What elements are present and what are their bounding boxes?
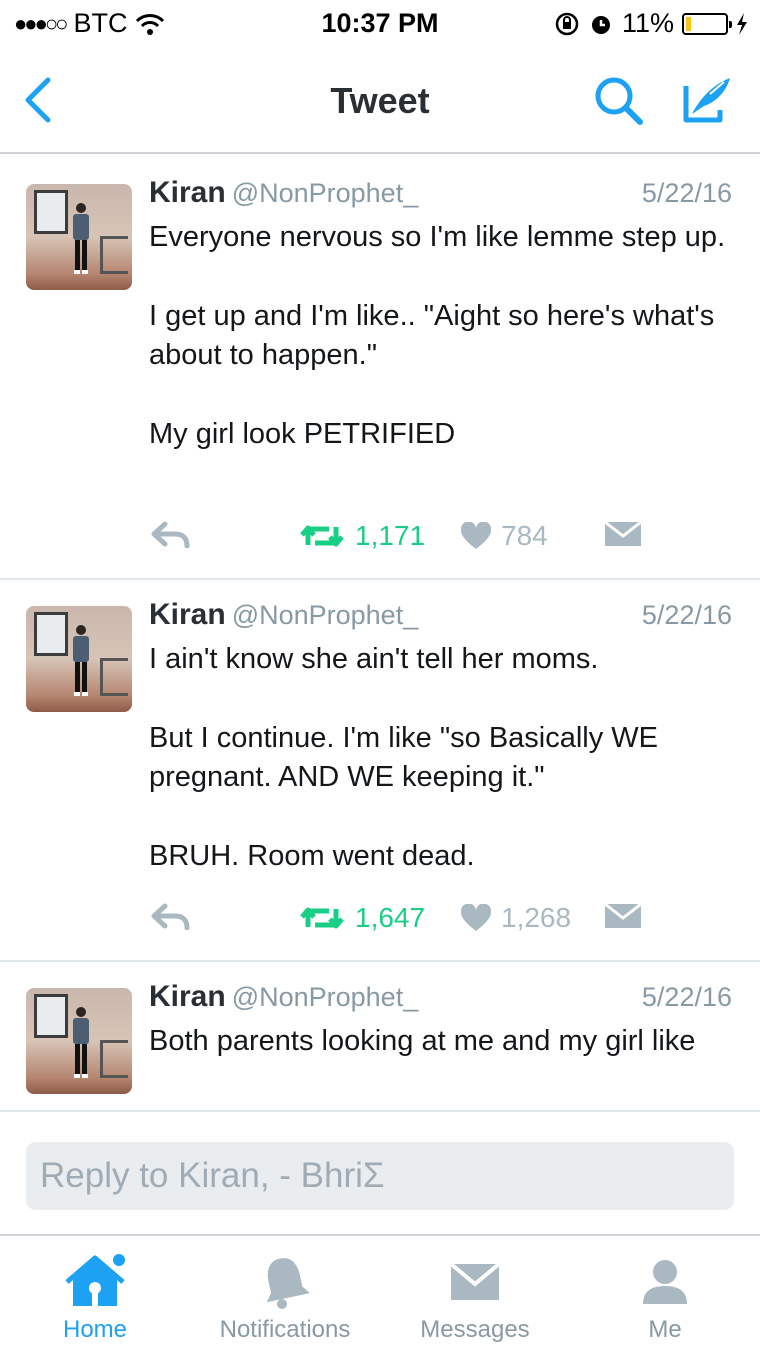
author-name[interactable]: Kiran (149, 176, 226, 209)
tweet-date: 5/22/16 (641, 600, 732, 630)
tweet-actions: 1,171 784 (149, 520, 709, 560)
retweet-count: 1,171 (355, 520, 426, 551)
tab-label: Home (62, 1316, 128, 1343)
envelope-icon (449, 1262, 501, 1300)
direct-message-button[interactable] (605, 902, 641, 930)
alarm-icon (591, 15, 610, 34)
author-name[interactable]: Kiran (149, 980, 226, 1013)
like-button[interactable]: 1,268 (461, 902, 571, 934)
heart-icon (461, 904, 491, 931)
tweet-header: Kiran @NonProphet_ 5/22/16 (149, 980, 732, 1020)
tweet[interactable]: Kiran @NonProphet_ 5/22/16 I ain't know s… (0, 580, 760, 962)
tweet[interactable]: Kiran @NonProphet_ 5/22/16 Everyone nervo… (0, 158, 760, 580)
tweet-paragraph: Everyone nervous so I'm like lemme step … (149, 221, 726, 253)
retweet-button[interactable]: 1,647 (299, 902, 425, 934)
reply-bar (0, 1110, 760, 1234)
reply-button[interactable] (151, 902, 191, 930)
direct-message-button[interactable] (605, 520, 641, 548)
tweet-date: 5/22/16 (641, 982, 732, 1012)
rotation-lock-icon (555, 12, 579, 35)
tab-label: Notifications (219, 1316, 351, 1343)
like-count: 784 (501, 520, 548, 551)
tab-label: Me (648, 1316, 682, 1343)
reply-button[interactable] (151, 520, 191, 548)
tab-messages[interactable]: Messages (380, 1236, 570, 1351)
reply-input[interactable] (26, 1142, 734, 1210)
navigation-bar: Tweet (0, 50, 760, 154)
author-handle[interactable]: @NonProphet_ (232, 600, 419, 630)
envelope-icon (605, 902, 641, 928)
tweet-paragraph: Both parents looking at me and my girl l… (149, 1025, 696, 1057)
tab-me[interactable]: Me (570, 1236, 760, 1351)
avatar[interactable] (26, 184, 132, 290)
envelope-icon (605, 520, 641, 546)
retweet-count: 1,647 (355, 902, 426, 933)
person-icon (643, 1260, 687, 1304)
retweet-icon (300, 907, 344, 929)
tweet-paragraph: I get up and I'm like.. "Aight so here's… (149, 300, 715, 371)
retweet-icon (300, 525, 344, 547)
tweet-header: Kiran @NonProphet_ 5/22/16 (149, 176, 732, 216)
heart-icon (461, 522, 491, 549)
like-count: 1,268 (501, 902, 572, 933)
tweet-paragraph: I ain't know she ain't tell her moms. (149, 643, 599, 675)
tweet-header: Kiran @NonProphet_ 5/22/16 (149, 598, 732, 638)
tweet-paragraph: BRUH. Room went dead. (149, 840, 475, 872)
home-icon (65, 1254, 125, 1306)
retweet-button[interactable]: 1,171 (299, 520, 425, 552)
search-icon[interactable] (592, 74, 646, 128)
status-bar: ●●●○○ BTC 10:37 PM 11% (0, 0, 760, 50)
battery-percent: 11% (621, 8, 674, 38)
page-title: Tweet (330, 80, 430, 121)
avatar[interactable] (26, 606, 132, 712)
battery-icon (682, 12, 732, 35)
author-name[interactable]: Kiran (149, 598, 226, 631)
like-button[interactable]: 784 (461, 520, 548, 552)
tweet-text: Both parents looking at me and my girl l… (149, 1022, 729, 1101)
tweet-date: 5/22/16 (641, 178, 732, 208)
tab-bar: Home Notifications Messages Me (0, 1234, 760, 1351)
tweet-text: Everyone nervous so I'm like lemme step … (149, 218, 729, 494)
tweet-thread: Kiran @NonProphet_ 5/22/16 Everyone nervo… (0, 158, 760, 1110)
tweet[interactable]: Kiran @NonProphet_ 5/22/16 Both parents l… (0, 962, 760, 1110)
tab-home[interactable]: Home (0, 1236, 190, 1351)
reply-icon (151, 521, 190, 548)
reply-icon (151, 903, 190, 930)
compose-tweet-icon[interactable] (680, 72, 736, 128)
tab-notifications[interactable]: Notifications (190, 1236, 380, 1351)
author-handle[interactable]: @NonProphet_ (232, 178, 419, 208)
tab-label: Messages (420, 1316, 530, 1343)
bell-icon (266, 1258, 310, 1309)
tweet-paragraph: But I continue. I'm like "so Basically W… (149, 722, 659, 793)
tweet-text: I ain't know she ain't tell her moms. Bu… (149, 640, 729, 916)
tweet-paragraph: My girl look PETRIFIED (149, 418, 456, 450)
avatar[interactable] (26, 988, 132, 1094)
author-handle[interactable]: @NonProphet_ (232, 982, 419, 1012)
charging-bolt-icon (737, 12, 747, 35)
tweet-actions: 1,647 1,268 (149, 902, 709, 942)
